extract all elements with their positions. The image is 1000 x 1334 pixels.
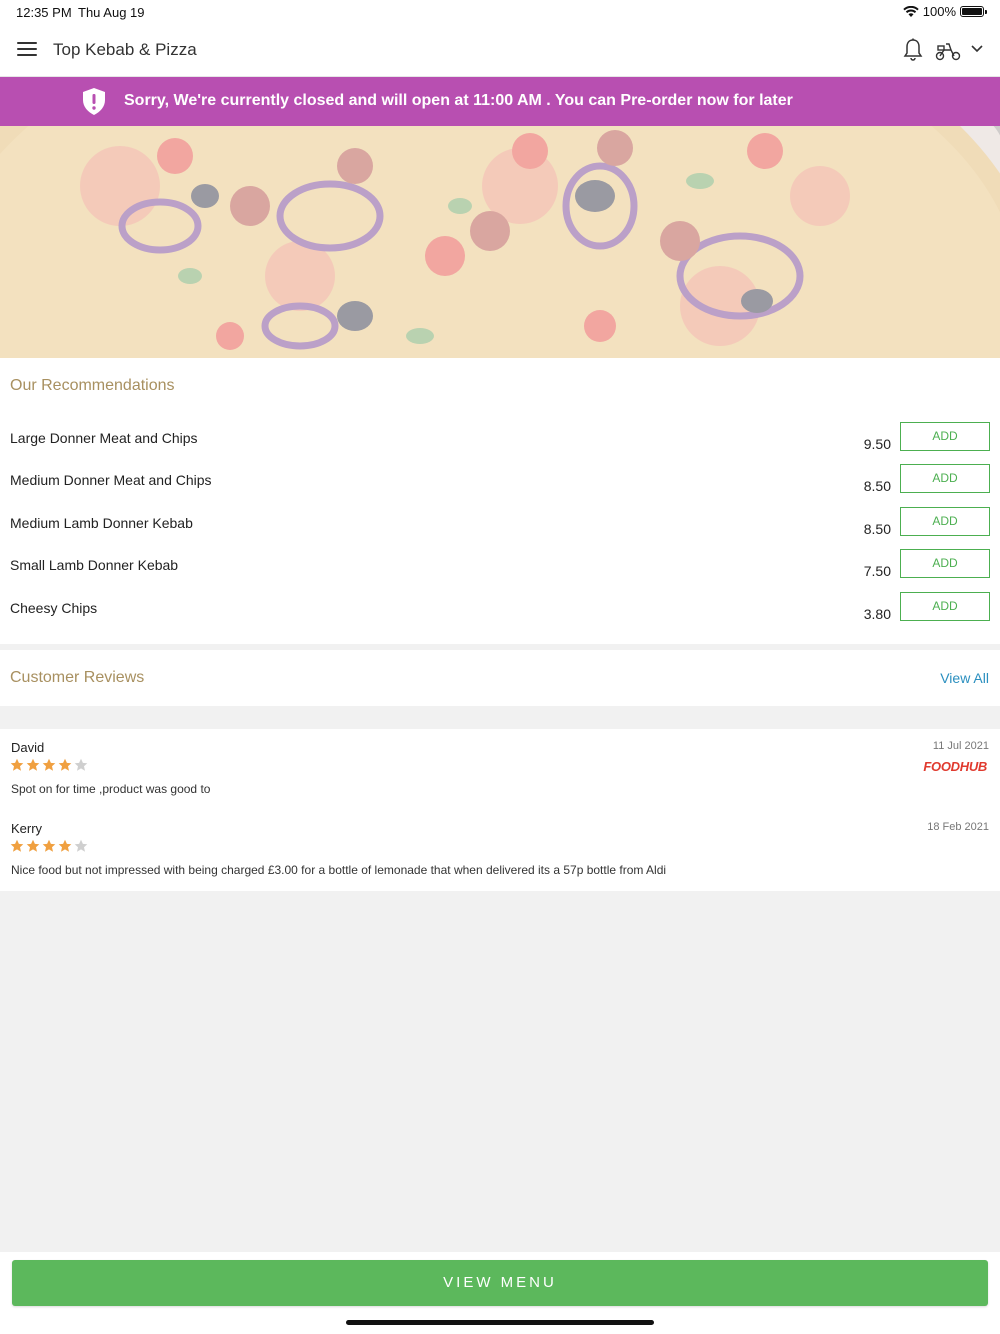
- item-price: 7.50: [863, 563, 891, 579]
- pizza-illustration: [0, 126, 1000, 358]
- add-button[interactable]: ADD: [900, 592, 990, 621]
- review-item: David 11 Jul 2021 FOODHUB Spot on for ti…: [0, 729, 1000, 809]
- home-indicator: [346, 1320, 654, 1325]
- add-button[interactable]: ADD: [900, 507, 990, 536]
- recommendation-item: Medium Donner Meat and Chips 8.50 ADD: [0, 464, 1000, 514]
- item-name: Small Lamb Donner Kebab: [10, 557, 179, 573]
- review-item: Kerry 18 Feb 2021 Nice food but not impr…: [0, 810, 1000, 890]
- review-author: Kerry: [11, 821, 43, 836]
- item-name: Large Donner Meat and Chips: [10, 430, 198, 446]
- battery-percent: 100%: [922, 4, 956, 19]
- reviews-header: Customer Reviews View All: [0, 650, 1000, 706]
- bell-icon[interactable]: [902, 38, 924, 62]
- review-date: 11 Jul 2021: [932, 740, 989, 752]
- recommendation-item: Cheesy Chips 3.80 ADD: [0, 592, 1000, 642]
- foodhub-logo: FOODHUB: [923, 759, 987, 774]
- hero-pizza-image: [0, 126, 1000, 358]
- item-price: 3.80: [863, 606, 891, 622]
- view-menu-button[interactable]: VIEW MENU: [12, 1260, 988, 1306]
- status-time: 12:35 PM: [16, 5, 72, 20]
- recommendations-section: Our Recommendations Large Donner Meat an…: [0, 358, 1000, 644]
- battery-icon: [960, 6, 987, 17]
- review-text: Spot on for time ,product was good to: [11, 782, 211, 796]
- star-filled-icon: [10, 758, 24, 771]
- item-price: 8.50: [863, 521, 891, 537]
- page-title: Top Kebab & Pizza: [53, 40, 197, 59]
- review-date: 18 Feb 2021: [927, 821, 989, 833]
- recommendation-item: Large Donner Meat and Chips 9.50 ADD: [0, 422, 1000, 472]
- item-name: Medium Lamb Donner Kebab: [10, 515, 193, 531]
- wifi-icon: [903, 5, 919, 17]
- delivery-scooter-icon[interactable]: [935, 40, 961, 62]
- reviews-title: Customer Reviews: [10, 669, 145, 686]
- review-author: David: [11, 740, 45, 755]
- app-header: Top Kebab & Pizza: [0, 24, 1000, 77]
- recommendations-title: Our Recommendations: [10, 377, 175, 394]
- hamburger-menu-icon[interactable]: [17, 42, 37, 58]
- add-button[interactable]: ADD: [900, 549, 990, 578]
- status-right: 100%: [903, 4, 987, 19]
- star-filled-icon: [26, 839, 40, 852]
- item-price: 8.50: [863, 478, 891, 494]
- item-name: Cheesy Chips: [10, 600, 98, 616]
- star-filled-icon: [42, 758, 56, 771]
- status-date: Thu Aug 19: [78, 5, 145, 20]
- recommendation-item: Medium Lamb Donner Kebab 8.50 ADD: [0, 507, 1000, 557]
- reviews-list: David 11 Jul 2021 FOODHUB Spot on for ti…: [0, 729, 1000, 891]
- item-name: Medium Donner Meat and Chips: [10, 472, 212, 488]
- add-button[interactable]: ADD: [900, 422, 990, 451]
- review-text: Nice food but not impressed with being c…: [11, 863, 667, 877]
- chevron-down-icon[interactable]: [969, 42, 985, 56]
- store-closed-banner: Sorry, We're currently closed and will o…: [0, 77, 1000, 126]
- star-filled-icon: [26, 758, 40, 771]
- star-filled-icon: [58, 839, 72, 852]
- shield-alert-icon: [83, 88, 105, 115]
- recommendation-item: Small Lamb Donner Kebab 7.50 ADD: [0, 549, 1000, 599]
- status-bar: 12:35 PM Thu Aug 19 100%: [0, 0, 1000, 24]
- star-filled-icon: [42, 839, 56, 852]
- star-empty-icon: [74, 758, 88, 771]
- view-all-reviews-link[interactable]: View All: [940, 670, 989, 686]
- star-filled-icon: [10, 839, 24, 852]
- rating-stars: [10, 758, 88, 772]
- closed-message: Sorry, We're currently closed and will o…: [124, 92, 793, 109]
- add-button[interactable]: ADD: [900, 464, 990, 493]
- star-filled-icon: [58, 758, 72, 771]
- star-empty-icon: [74, 839, 88, 852]
- rating-stars: [10, 839, 88, 853]
- item-price: 9.50: [863, 436, 891, 452]
